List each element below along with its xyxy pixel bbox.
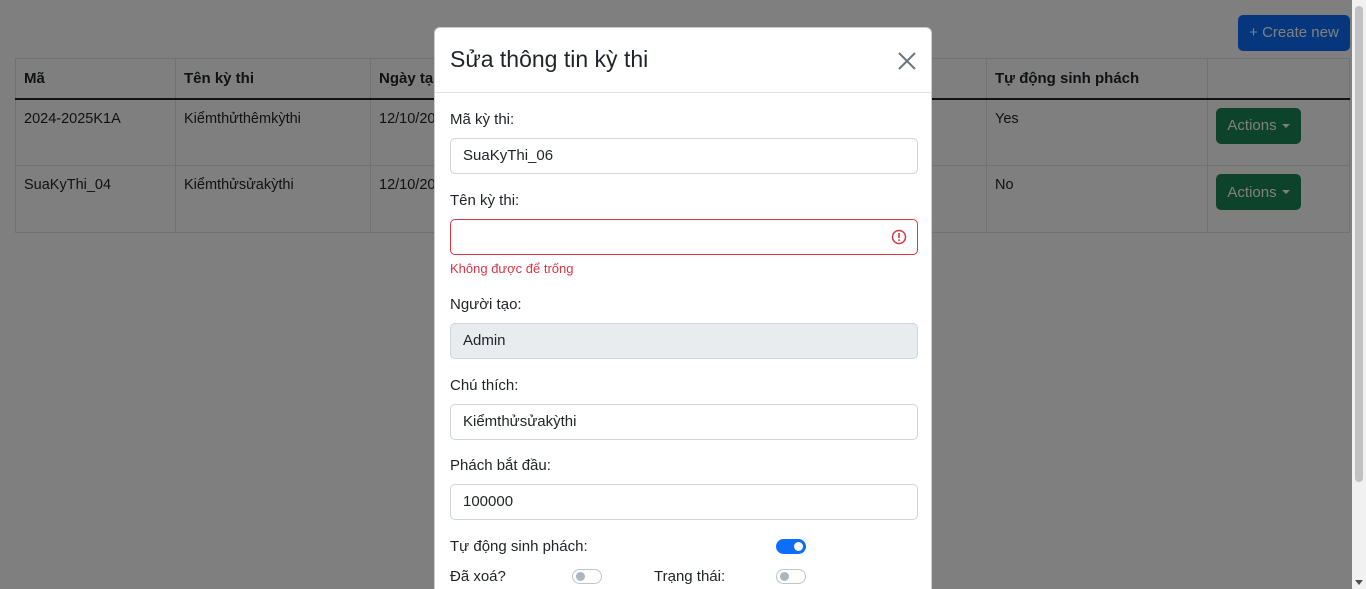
phach-bat-dau-input[interactable]: 100000 bbox=[450, 484, 918, 520]
edit-exam-modal: Sửa thông tin kỳ thi Mã kỳ thi: SuaKyThi… bbox=[434, 27, 932, 589]
ten-ky-thi-input[interactable] bbox=[450, 219, 918, 255]
close-icon bbox=[898, 52, 916, 70]
trang-thai-label: Trạng thái: bbox=[654, 568, 726, 585]
modal-title: Sửa thông tin kỳ thi bbox=[450, 46, 649, 72]
scrollbar-thumb[interactable] bbox=[1355, 6, 1363, 482]
da-xoa-toggle[interactable] bbox=[572, 569, 602, 584]
ten-ky-thi-error: Không được để trống bbox=[450, 261, 574, 276]
toggle-knob bbox=[576, 572, 585, 581]
auto-phach-label: Tự động sinh phách: bbox=[450, 538, 588, 555]
page-scrollbar[interactable] bbox=[1352, 0, 1366, 589]
chu-thich-label: Chú thích: bbox=[450, 377, 519, 394]
ma-ky-thi-input[interactable]: SuaKyThi_06 bbox=[450, 138, 918, 174]
ma-ky-thi-label: Mã kỳ thi: bbox=[450, 111, 515, 128]
da-xoa-label: Đã xoá? bbox=[450, 568, 506, 585]
trang-thai-toggle[interactable] bbox=[776, 569, 806, 584]
phach-bat-dau-label: Phách bắt đầu: bbox=[450, 457, 551, 474]
auto-phach-toggle[interactable] bbox=[776, 539, 806, 554]
chu-thich-input[interactable]: Kiểmthửsửakỳthi bbox=[450, 404, 918, 440]
toggle-knob bbox=[780, 572, 789, 581]
nguoi-tao-input: Admin bbox=[450, 323, 918, 359]
close-button[interactable] bbox=[897, 50, 919, 72]
error-icon bbox=[891, 229, 907, 245]
modal-header: Sửa thông tin kỳ thi bbox=[435, 28, 931, 93]
scroll-down-arrow-icon[interactable] bbox=[1355, 580, 1363, 585]
ten-ky-thi-label: Tên kỳ thi: bbox=[450, 192, 520, 209]
nguoi-tao-label: Người tạo: bbox=[450, 296, 522, 313]
toggle-knob bbox=[794, 542, 803, 551]
